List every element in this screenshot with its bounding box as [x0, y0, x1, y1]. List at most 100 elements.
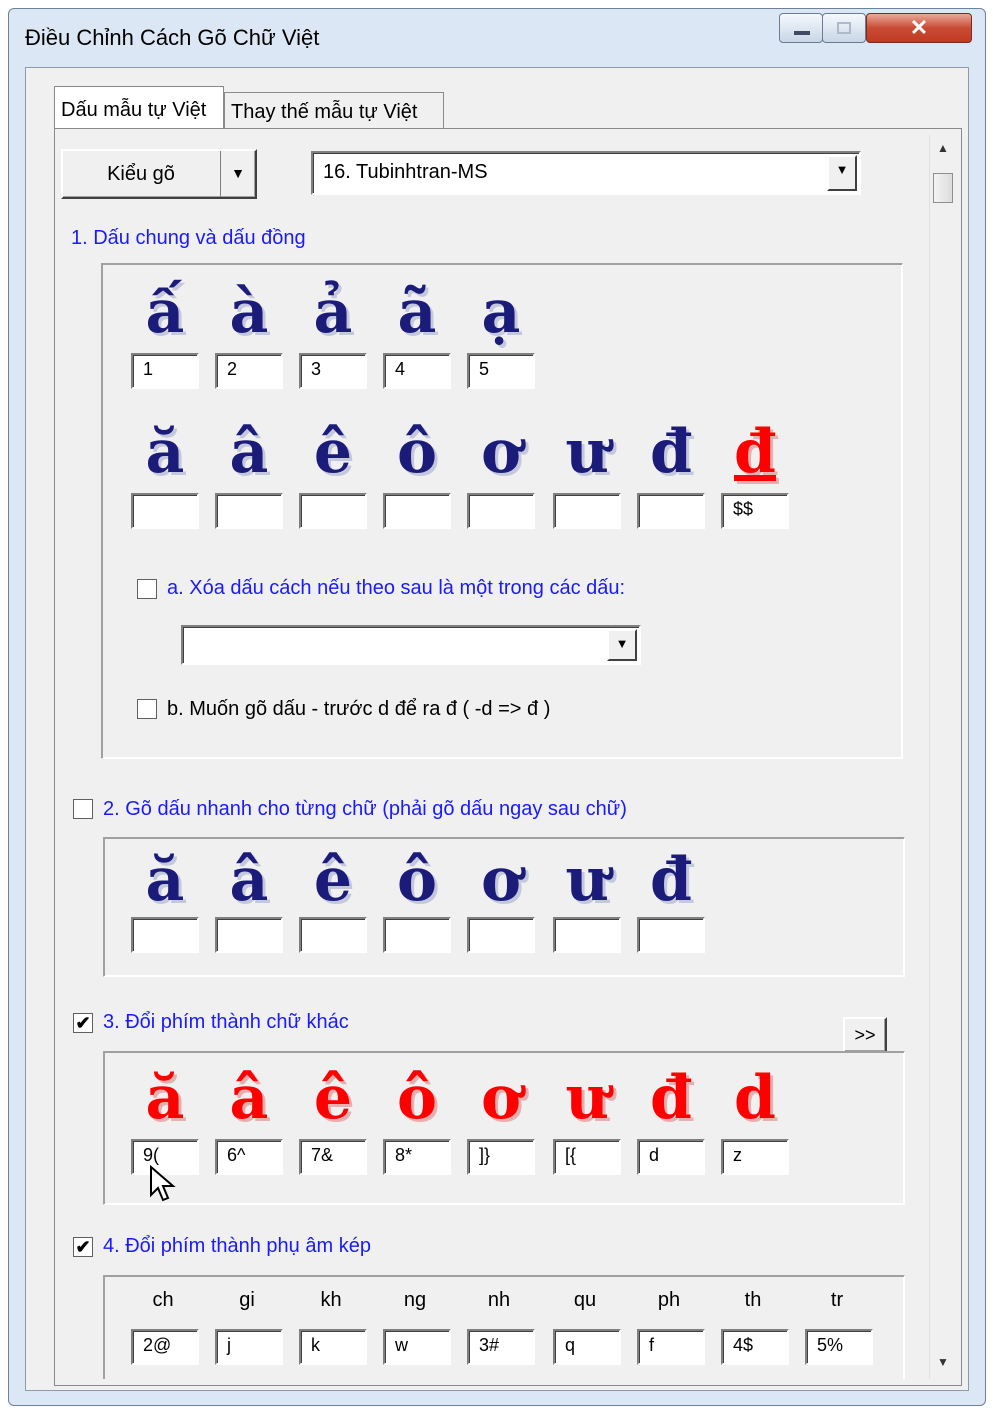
section2-checkbox[interactable]	[73, 799, 93, 819]
close-button[interactable]: ✕	[866, 13, 972, 43]
scroll-up-icon[interactable]: ▲	[930, 141, 956, 155]
window-title: Điều Chỉnh Cách Gõ Chữ Việt	[25, 25, 320, 50]
section2-title: 2. Gõ dấu nhanh cho từng chữ (phải gõ dấ…	[103, 798, 627, 820]
consonant-key-input[interactable]: 3#	[467, 1329, 535, 1365]
letter-glyph: ê	[313, 845, 353, 915]
letter-glyph: â	[229, 845, 269, 915]
quick-key-input[interactable]	[467, 917, 535, 953]
quick-key-input[interactable]	[299, 917, 367, 953]
more-button[interactable]: >>	[843, 1017, 887, 1053]
tab-dau-mau-tu-viet[interactable]: Dấu mẫu tự Việt	[54, 86, 224, 128]
consonant-key-input[interactable]: w	[383, 1329, 451, 1365]
mouse-pointer-icon	[150, 1165, 176, 1202]
consonant-key-input[interactable]: 2@	[131, 1329, 199, 1365]
consonant-header: ng	[403, 1289, 427, 1311]
consonant-header: ch	[152, 1289, 174, 1311]
quick-key-input[interactable]	[383, 917, 451, 953]
option-b-label: b. Muốn gõ dấu - trước d để ra đ ( -d =>…	[167, 698, 551, 720]
letter-glyph: ă	[145, 417, 185, 487]
consonant-key-input[interactable]: j	[215, 1329, 283, 1365]
tab-thay-the-mau-tu-viet[interactable]: Thay thế mẫu tự Việt	[224, 92, 444, 128]
consonant-header: th	[744, 1289, 762, 1311]
minimize-button[interactable]	[779, 13, 823, 43]
tone-glyph: ấ	[145, 277, 185, 347]
letter-glyph: ô	[396, 845, 438, 915]
consonant-key-input[interactable]: 5%	[805, 1329, 873, 1365]
chevron-down-icon[interactable]: ▼	[827, 155, 857, 191]
scheme-value: 16. Tubinhtran-MS	[323, 161, 488, 183]
letter-glyph: ư	[565, 1063, 609, 1133]
option-a-label: a. Xóa dấu cách nếu theo sau là một tron…	[167, 577, 626, 599]
tone-glyph: ạ	[481, 277, 521, 347]
maximize-icon	[837, 22, 851, 34]
title-bar: Điều Chỉnh Cách Gõ Chữ Việt ✕	[9, 9, 985, 67]
letter-glyph: â	[229, 1063, 269, 1133]
section1-title: 1. Dấu chung và dấu đồng	[71, 227, 306, 249]
letter-key-input[interactable]: $$	[721, 493, 789, 529]
tone-key-input[interactable]: 3	[299, 353, 367, 389]
section4-title: 4. Đổi phím thành phụ âm kép	[103, 1235, 371, 1257]
quick-key-input[interactable]	[553, 917, 621, 953]
letter-key-input[interactable]	[215, 493, 283, 529]
section4-checkbox[interactable]: ✔	[73, 1237, 93, 1257]
letter-key-input[interactable]	[467, 493, 535, 529]
kieugo-button[interactable]: Kiểu gõ ▼	[61, 149, 257, 199]
remap-key-input[interactable]: [{	[553, 1139, 621, 1175]
chevron-down-icon[interactable]: ▼	[607, 629, 637, 661]
consonant-header: ph	[657, 1289, 681, 1311]
kieugo-label: Kiểu gõ	[107, 163, 175, 185]
consonant-key-input[interactable]: k	[299, 1329, 367, 1365]
option-b-checkbox[interactable]	[137, 699, 157, 719]
consonant-header: kh	[320, 1289, 342, 1311]
remap-key-input[interactable]: 8*	[383, 1139, 451, 1175]
scheme-select[interactable]: 16. Tubinhtran-MS ▼	[311, 151, 861, 195]
consonant-key-input[interactable]: q	[553, 1329, 621, 1365]
tone-key-input[interactable]: 1	[131, 353, 199, 389]
letter-glyph: ô	[396, 1063, 438, 1133]
letter-glyph: ê	[313, 417, 353, 487]
letter-glyph: đ	[650, 1063, 692, 1133]
letter-glyph: ơ	[480, 1063, 522, 1133]
consonant-header: qu	[573, 1289, 597, 1311]
letter-glyph: đ	[650, 845, 692, 915]
letter-key-input[interactable]	[131, 493, 199, 529]
tab-panel: Kiểu gõ ▼ 16. Tubinhtran-MS ▼ 1. Dấu chu…	[54, 128, 962, 1386]
tone-key-input[interactable]: 4	[383, 353, 451, 389]
letter-glyph: ơ	[480, 845, 522, 915]
option-a-select[interactable]: ▼	[181, 625, 641, 665]
letter-glyph: ơ	[480, 417, 522, 487]
tone-glyph: ã	[397, 277, 437, 347]
letter-glyph: d	[734, 1063, 776, 1133]
scroll-down-icon[interactable]: ▼	[930, 1355, 956, 1369]
quick-key-input[interactable]	[131, 917, 199, 953]
remap-key-input[interactable]: 7&	[299, 1139, 367, 1175]
letter-glyph: ê	[313, 1063, 353, 1133]
letter-key-input[interactable]	[299, 493, 367, 529]
maximize-button[interactable]	[822, 13, 866, 43]
remap-key-input[interactable]: d	[637, 1139, 705, 1175]
tone-key-input[interactable]: 2	[215, 353, 283, 389]
quick-key-input[interactable]	[637, 917, 705, 953]
consonant-key-input[interactable]: 4$	[721, 1329, 789, 1365]
scrollbar-thumb[interactable]	[933, 173, 953, 203]
consonant-header: tr	[830, 1289, 844, 1311]
quick-key-input[interactable]	[215, 917, 283, 953]
remap-key-input[interactable]: z	[721, 1139, 789, 1175]
consonant-key-input[interactable]: f	[637, 1329, 705, 1365]
section3-checkbox[interactable]: ✔	[73, 1013, 93, 1033]
chevron-down-icon[interactable]: ▼	[220, 151, 255, 197]
vertical-scrollbar[interactable]: ▲ ▼	[929, 135, 956, 1379]
dialog-window: Điều Chỉnh Cách Gõ Chữ Việt ✕ Dấu mẫu tự…	[8, 8, 986, 1406]
letter-key-input[interactable]	[383, 493, 451, 529]
remap-key-input[interactable]: 6^	[215, 1139, 283, 1175]
letter-glyph: ă	[145, 1063, 185, 1133]
option-a-checkbox[interactable]	[137, 579, 157, 599]
tone-glyph: ả	[313, 277, 353, 347]
consonant-header: nh	[487, 1289, 511, 1311]
remap-key-input[interactable]: ]}	[467, 1139, 535, 1175]
tone-key-input[interactable]: 5	[467, 353, 535, 389]
letter-key-input[interactable]	[553, 493, 621, 529]
letter-glyph: ư	[565, 845, 609, 915]
letter-key-input[interactable]	[637, 493, 705, 529]
letter-glyph: đ	[650, 417, 692, 487]
